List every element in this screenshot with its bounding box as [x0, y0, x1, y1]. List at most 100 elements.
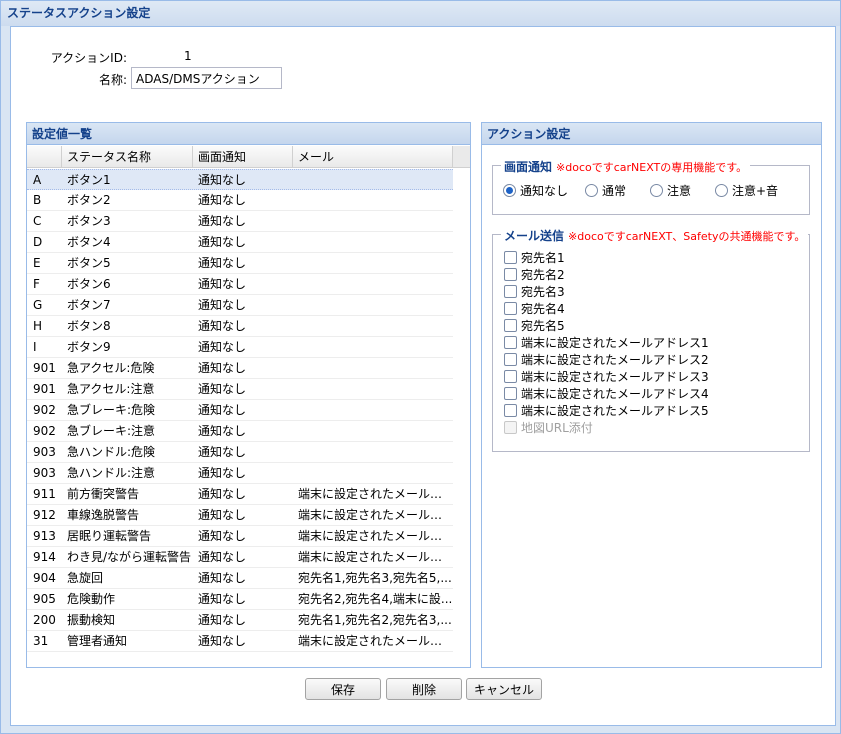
radio-notify-caution[interactable]: 注意 — [650, 182, 691, 199]
radio-notify-caution-sound[interactable]: 注意+音 — [715, 182, 778, 199]
table-row[interactable]: 911 前方衝突警告 通知なし 端末に設定されたメールアドレ... — [27, 484, 453, 505]
window-body: アクションID: 1 名称: 設定値一覧 ステータス名称 画面通知 メール A ボ… — [10, 26, 836, 726]
row-status-name: ボタン7 — [67, 298, 111, 312]
row-code: 904 — [33, 571, 56, 585]
checkbox-label: 端末に設定されたメールアドレス5 — [521, 404, 709, 418]
screen-notify-fieldset: 画面通知 ※docoですcarNEXTの専用機能です。 通知なし 通常 注意 注意… — [492, 158, 810, 215]
window-title[interactable]: ステータスアクション設定 — [1, 1, 840, 26]
row-mail: 端末に設定されたメールアドレ... — [298, 529, 453, 543]
mail-checkbox-6[interactable]: 端末に設定されたメールアドレス1 — [504, 334, 709, 351]
table-row[interactable]: I ボタン9 通知なし — [27, 337, 453, 358]
table-row[interactable]: 914 わき見/ながら運転警告通知なし 端末に設定されたメールアドレ... — [27, 547, 453, 568]
checkbox-box[interactable] — [504, 387, 517, 400]
table-row[interactable]: 903 急ハンドル:注意 通知なし — [27, 463, 453, 484]
radio-notify-normal[interactable]: 通常 — [585, 182, 626, 199]
col-header-code[interactable] — [27, 146, 62, 168]
save-button[interactable]: 保存 — [305, 678, 381, 700]
radio-label: 注意+音 — [732, 184, 779, 198]
row-screen-notify: 通知なし — [198, 403, 247, 417]
checkbox-box[interactable] — [504, 251, 517, 264]
checkbox-box[interactable] — [504, 302, 517, 315]
grid-header: ステータス名称 画面通知 メール — [27, 146, 470, 168]
action-settings-title: アクション設定 — [482, 123, 821, 145]
table-row[interactable]: 901 急アクセル:注意 通知なし — [27, 379, 453, 400]
table-row[interactable]: 901 急アクセル:危険 通知なし — [27, 358, 453, 379]
delete-button[interactable]: 削除 — [386, 678, 462, 700]
table-row[interactable]: 905 危険動作 通知なし 宛先名2,宛先名4,端末に設... — [27, 589, 453, 610]
table-row[interactable]: 200 振動検知 通知なし 宛先名1,宛先名2,宛先名3,... — [27, 610, 453, 631]
mail-checkbox-4[interactable]: 宛先名4 — [504, 300, 565, 317]
mail-checkbox-7[interactable]: 端末に設定されたメールアドレス2 — [504, 351, 709, 368]
row-status-name: 振動検知 — [67, 613, 116, 627]
row-screen-notify: 通知なし — [198, 256, 247, 270]
checkbox-box[interactable] — [504, 336, 517, 349]
mail-checkbox-8[interactable]: 端末に設定されたメールアドレス3 — [504, 368, 709, 385]
checkbox-box[interactable] — [504, 353, 517, 366]
row-status-name: わき見/ながら運転警告 — [67, 550, 192, 564]
checkbox-label: 宛先名3 — [521, 285, 565, 299]
row-code: D — [33, 235, 43, 249]
radio-indicator[interactable] — [650, 184, 663, 197]
mail-checkbox-9[interactable]: 端末に設定されたメールアドレス4 — [504, 385, 709, 402]
mail-checkbox-5[interactable]: 宛先名5 — [504, 317, 565, 334]
radio-indicator[interactable] — [715, 184, 728, 197]
screen-notify-note: ※docoですcarNEXTの専用機能です。 — [556, 161, 748, 174]
table-row[interactable]: 31 管理者通知 通知なし 端末に設定されたメールアドレ... — [27, 631, 453, 652]
cancel-button[interactable]: キャンセル — [466, 678, 542, 700]
checkbox-box[interactable] — [504, 370, 517, 383]
settings-list-panel: 設定値一覧 ステータス名称 画面通知 メール A ボタン1 通知なし B ボタン2 通知な… — [26, 122, 471, 668]
checkbox-box[interactable] — [504, 319, 517, 332]
radio-indicator[interactable] — [585, 184, 598, 197]
row-status-name: 前方衝突警告 — [67, 487, 140, 501]
checkbox-label: 宛先名5 — [521, 319, 565, 333]
col-header-screen-notify[interactable]: 画面通知 — [193, 146, 293, 168]
table-row[interactable]: D ボタン4 通知なし — [27, 232, 453, 253]
col-header-mail[interactable]: メール — [293, 146, 453, 168]
row-screen-notify: 通知なし — [198, 571, 247, 585]
mail-checkbox-1[interactable]: 宛先名1 — [504, 249, 565, 266]
row-mail: 端末に設定されたメールアドレ... — [298, 487, 453, 501]
table-row[interactable]: 903 急ハンドル:危険 通知なし — [27, 442, 453, 463]
name-input[interactable] — [131, 67, 282, 89]
table-row[interactable]: 904 急旋回 通知なし 宛先名1,宛先名3,宛先名5,... — [27, 568, 453, 589]
row-code: 901 — [33, 382, 56, 396]
checkbox-label: 端末に設定されたメールアドレス4 — [521, 387, 709, 401]
mail-checkbox-2[interactable]: 宛先名2 — [504, 266, 565, 283]
col-header-status-name[interactable]: ステータス名称 — [62, 146, 193, 168]
row-mail: 端末に設定されたメールアドレ... — [298, 550, 453, 564]
settings-list-title: 設定値一覧 — [27, 123, 470, 145]
table-row[interactable]: F ボタン6 通知なし — [27, 274, 453, 295]
row-code: 200 — [33, 613, 56, 627]
table-row[interactable]: 913 居眠り運転警告 通知なし 端末に設定されたメールアドレ... — [27, 526, 453, 547]
table-row[interactable]: A ボタン1 通知なし — [27, 169, 453, 190]
checkbox-box[interactable] — [504, 285, 517, 298]
row-status-name: 急アクセル:注意 — [67, 382, 155, 396]
row-code: H — [33, 319, 43, 333]
row-status-name: ボタン4 — [67, 235, 111, 249]
mail-checkbox-10[interactable]: 端末に設定されたメールアドレス5 — [504, 402, 709, 419]
table-row[interactable]: 902 急ブレーキ:危険 通知なし — [27, 400, 453, 421]
row-status-name: 急ハンドル:危険 — [67, 445, 156, 459]
table-row[interactable]: E ボタン5 通知なし — [27, 253, 453, 274]
table-row[interactable]: 912 車線逸脱警告 通知なし 端末に設定されたメールアドレ... — [27, 505, 453, 526]
table-row[interactable]: B ボタン2 通知なし — [27, 190, 453, 211]
checkbox-box[interactable] — [504, 404, 517, 417]
table-row[interactable]: G ボタン7 通知なし — [27, 295, 453, 316]
radio-notify-none[interactable]: 通知なし — [503, 182, 568, 199]
table-row[interactable]: H ボタン8 通知なし — [27, 316, 453, 337]
row-status-name: 急ハンドル:注意 — [67, 466, 156, 480]
row-code: 903 — [33, 466, 56, 480]
grid-header-scroll-spacer — [453, 146, 470, 168]
row-status-name: 急旋回 — [67, 571, 104, 585]
row-status-name: 急ブレーキ:注意 — [67, 424, 156, 438]
row-status-name: ボタン3 — [67, 214, 111, 228]
row-status-name: 急ブレーキ:危険 — [67, 403, 156, 417]
row-screen-notify: 通知なし — [198, 445, 247, 459]
row-code: B — [33, 193, 42, 207]
radio-indicator[interactable] — [503, 184, 516, 197]
table-row[interactable]: 902 急ブレーキ:注意 通知なし — [27, 421, 453, 442]
checkbox-box[interactable] — [504, 268, 517, 281]
table-row[interactable]: C ボタン3 通知なし — [27, 211, 453, 232]
action-settings-panel: アクション設定 画面通知 ※docoですcarNEXTの専用機能です。 通知なし … — [481, 122, 822, 668]
mail-checkbox-3[interactable]: 宛先名3 — [504, 283, 565, 300]
